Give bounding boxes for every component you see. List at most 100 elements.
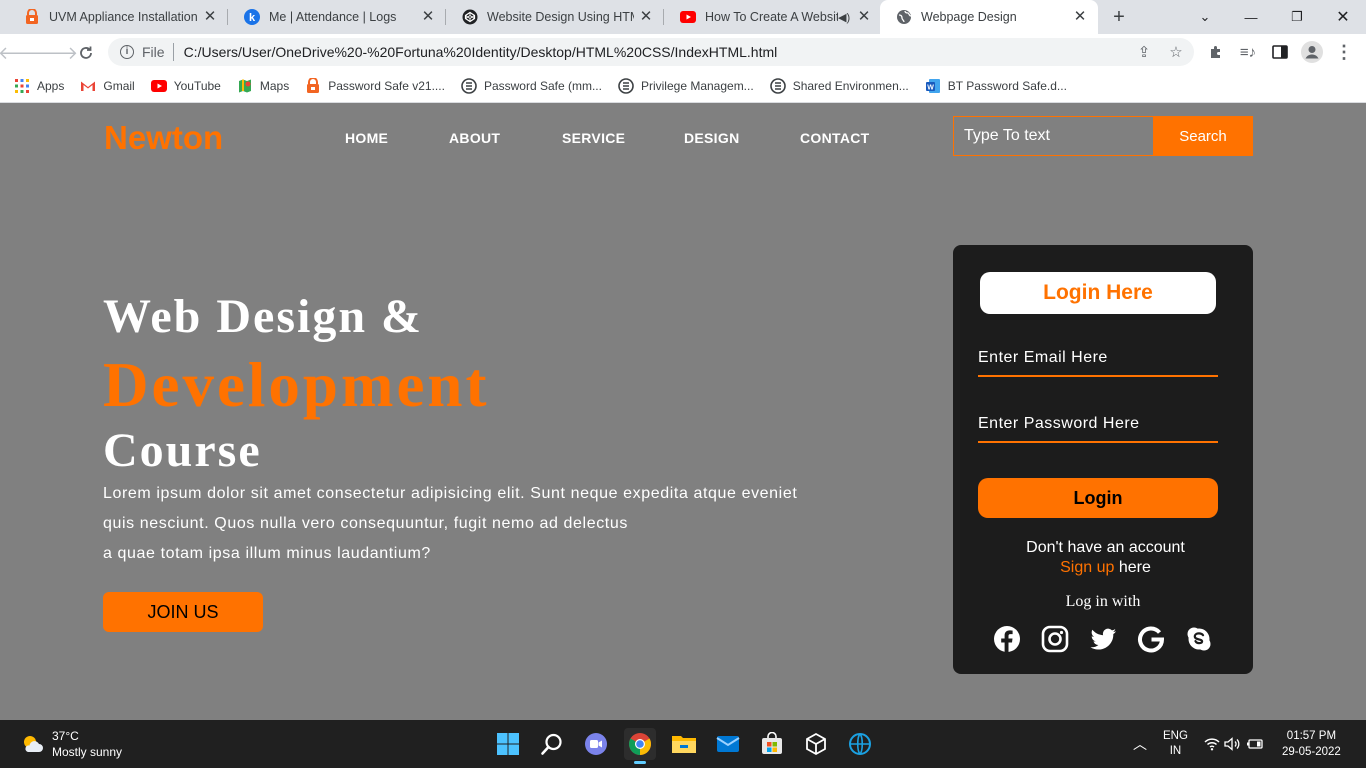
media-control-icon[interactable]: ≡♪ [1234,38,1262,66]
share-icon[interactable]: ⇪ [1130,38,1158,66]
tab-webpage-design[interactable]: Webpage Design ✕ [880,0,1098,34]
tab-search-icon[interactable]: ⌄ [1182,0,1228,34]
file-explorer-icon[interactable] [668,728,700,760]
bookmark-label: BT Password Safe.d... [947,79,1067,93]
close-icon[interactable]: ✕ [1072,9,1088,25]
webpage-viewport: Newton HOME ABOUT SERVICE DESIGN CONTACT… [0,103,1366,720]
nav-about[interactable]: ABOUT [449,130,500,146]
tab-attendance-logs[interactable]: k Me | Attendance | Logs ✕ [228,0,446,34]
gmail-icon [80,78,96,94]
bookmarks-bar: Apps Gmail YouTube Maps Password Safe v2… [0,70,1366,103]
url-text[interactable]: C:/Users/User/OneDrive%20-%20Fortuna%20I… [184,44,778,60]
hero-paragraph-line: Lorem ipsum dolor sit amet consectetur a… [103,485,798,502]
volume-icon [1224,737,1240,751]
mail-icon[interactable] [712,728,744,760]
signup-suffix: here [1114,559,1151,576]
instagram-icon[interactable] [1041,625,1069,653]
close-icon[interactable]: ✕ [856,9,872,25]
chat-icon[interactable] [580,728,612,760]
bookmark-maps[interactable]: Maps [237,78,289,94]
forward-button[interactable]: 🡒 [30,39,78,67]
tab-title: UVM Appliance Installation G [49,10,198,24]
nav-service[interactable]: SERVICE [562,130,625,146]
windows-taskbar: 37°C Mostly sunny ︿ ENG IN 01:57 PM 29-0… [0,720,1366,768]
system-status-icons[interactable] [1204,720,1264,768]
nav-contact[interactable]: CONTACT [800,130,870,146]
bookmark-label: Password Safe v21.... [328,79,445,93]
password-safe-icon [305,78,321,94]
close-window-button[interactable]: ✕ [1320,0,1366,34]
tab-title: Me | Attendance | Logs [269,10,397,24]
bookmark-youtube[interactable]: YouTube [150,78,221,94]
svg-text:W: W [927,85,934,92]
chrome-icon[interactable] [624,728,656,764]
bookmark-password-safe-mm[interactable]: Password Safe (mm... [461,78,602,94]
speaker-icon[interactable]: ◀) [838,11,852,24]
password-field[interactable] [978,407,1218,443]
box-app-icon[interactable] [800,728,832,760]
google-icon[interactable] [1137,625,1165,653]
weather-widget[interactable]: 37°C Mostly sunny [20,728,122,760]
weather-temp: 37°C [52,729,79,743]
nav-home[interactable]: HOME [345,130,388,146]
new-tab-button[interactable]: + [1108,7,1130,29]
no-account-text: Don't have an account [1026,539,1185,556]
tab-website-design[interactable]: Website Design Using HTML ✕ [446,0,664,34]
bookmark-label: Apps [37,79,65,93]
minimize-button[interactable]: — [1228,0,1274,34]
bookmark-shared-environment[interactable]: Shared Environmen... [769,78,909,94]
k-favicon-icon: k [244,9,260,25]
profile-avatar-icon[interactable] [1298,38,1326,66]
close-icon[interactable]: ✕ [202,9,218,25]
browser-tab-strip: UVM Appliance Installation G ✕ k Me | At… [0,0,1366,34]
bookmark-gmail[interactable]: Gmail [80,78,135,94]
restore-button[interactable]: ❐ [1274,0,1320,34]
bookmark-label: YouTube [173,79,221,93]
clock[interactable]: 01:57 PM 29-05-2022 [1282,720,1341,768]
bt-icon [618,78,634,94]
tab-uvm-appliance[interactable]: UVM Appliance Installation G ✕ [8,0,228,34]
address-bar[interactable]: i File C:/Users/User/OneDrive%20-%20Fort… [108,38,1194,66]
side-panel-icon[interactable] [1266,38,1294,66]
windows-start-icon[interactable] [492,728,524,760]
close-icon[interactable]: ✕ [420,9,436,25]
social-login-icons [993,625,1213,653]
reload-icon [80,46,92,59]
browser-globe-icon[interactable] [844,728,876,760]
hero-heading-line3: Course [103,424,262,477]
login-button[interactable]: Login [978,478,1218,518]
signup-link[interactable]: Sign up [1060,559,1114,576]
search-icon[interactable] [536,728,568,760]
bookmark-password-safe-v21[interactable]: Password Safe v21.... [305,78,445,94]
search-input[interactable] [953,116,1153,156]
facebook-icon[interactable] [993,625,1021,653]
skype-icon[interactable] [1185,625,1213,653]
twitter-icon[interactable] [1089,625,1117,653]
join-us-button[interactable]: JOIN US [103,592,263,632]
extensions-icon[interactable] [1202,38,1230,66]
hero-heading-line1: Web Design & [103,290,424,343]
bookmark-apps[interactable]: Apps [14,78,64,94]
email-field[interactable] [978,341,1218,377]
login-card: Login Here Login Don't have an account S… [953,245,1253,674]
tray-overflow-icon[interactable]: ︿ [1133,720,1147,768]
language-indicator[interactable]: ENG IN [1163,720,1188,768]
bookmark-bt-password-safe-doc[interactable]: W BT Password Safe.d... [925,78,1067,94]
search-button[interactable]: Search [1153,116,1253,156]
tab-create-website-video[interactable]: How To Create A Website ◀) ✕ [664,0,882,34]
nav-design[interactable]: DESIGN [684,130,739,146]
youtube-icon [150,78,167,94]
close-icon[interactable]: ✕ [638,9,654,25]
site-info-icon[interactable]: i [120,45,134,59]
hero-paragraph-line: a quae totam ipsa illum minus laudantium… [103,545,431,562]
bookmark-privilege-management[interactable]: Privilege Managem... [618,78,754,94]
reload-button[interactable] [72,39,100,67]
bookmark-star-icon[interactable]: ☆ [1162,38,1190,66]
site-logo[interactable]: Newton [104,119,223,157]
menu-kebab-icon[interactable]: ⋮ [1330,38,1358,66]
store-icon[interactable] [756,728,788,760]
codepen-favicon-icon [462,9,478,25]
bookmark-label: Gmail [103,79,135,93]
hero-paragraph-line: quis nesciunt. Quos nulla vero consequun… [103,515,628,532]
partly-sunny-icon [24,736,43,752]
